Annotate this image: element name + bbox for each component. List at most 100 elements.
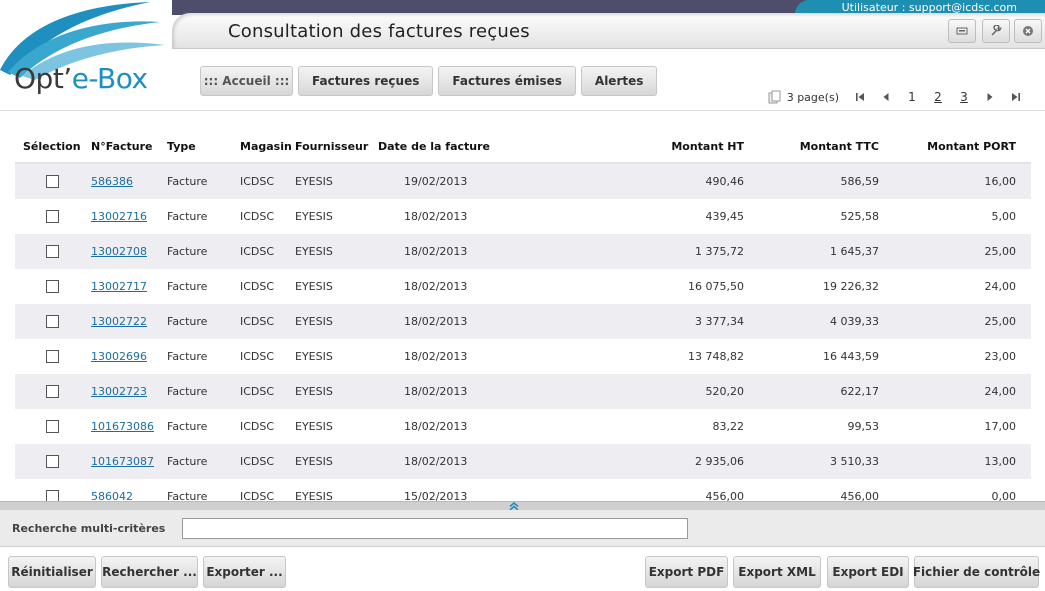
row-select-checkbox[interactable] [46, 420, 59, 433]
invoice-store: ICDSC [240, 210, 275, 223]
table-row: 101673087 Facture ICDSC EYESIS 18/02/2013 2 9… [15, 444, 1031, 479]
close-button[interactable] [1014, 19, 1042, 43]
export-button[interactable]: Exporter ... [203, 556, 286, 588]
row-select-checkbox[interactable] [46, 350, 59, 363]
footer-toolbar: Réinitialiser Rechercher ... Exporter ..… [0, 548, 1045, 591]
page-1: 1 [908, 90, 916, 104]
search-bar: Recherche multi-critères [0, 510, 1045, 547]
export-pdf-button[interactable]: Export PDF [645, 556, 728, 588]
invoice-number-link[interactable]: 13002708 [91, 234, 147, 269]
amount-ttc: 525,58 [840, 210, 880, 223]
first-page-button[interactable] [847, 89, 873, 105]
keyboard-icon [956, 27, 968, 35]
control-file-button[interactable]: Fichier de contrôle [913, 556, 1040, 588]
amount-ttc: 3 510,33 [830, 455, 879, 468]
invoice-store: ICDSC [240, 280, 275, 293]
row-select-checkbox[interactable] [46, 280, 59, 293]
amount-ht: 456,00 [705, 490, 745, 501]
amount-ttc: 456,00 [840, 490, 880, 501]
col-store[interactable]: Magasin [240, 130, 292, 164]
row-select-checkbox[interactable] [46, 455, 59, 468]
page-2-link[interactable]: 2 [925, 90, 951, 104]
row-select-checkbox[interactable] [46, 210, 59, 223]
col-selection[interactable]: Sélection [23, 130, 81, 164]
last-page-button[interactable] [1003, 89, 1029, 105]
invoice-store: ICDSC [240, 315, 275, 328]
col-amount-ttc[interactable]: Montant TTC [800, 130, 879, 164]
amount-port: 24,00 [984, 280, 1017, 293]
amount-ht: 83,22 [712, 420, 745, 433]
invoice-supplier: EYESIS [295, 350, 333, 363]
page-3-link[interactable]: 3 [951, 90, 977, 104]
invoice-supplier: EYESIS [295, 210, 333, 223]
invoice-number-link[interactable]: 13002717 [91, 269, 147, 304]
first-page-icon [856, 93, 864, 101]
export-edi-button[interactable]: Export EDI [827, 556, 909, 588]
row-select-checkbox[interactable] [46, 490, 59, 501]
amount-ttc: 4 039,33 [830, 315, 879, 328]
invoice-store: ICDSC [240, 175, 275, 188]
invoice-number-link[interactable]: 13002696 [91, 339, 147, 374]
col-type[interactable]: Type [167, 130, 196, 164]
row-select-checkbox[interactable] [46, 385, 59, 398]
reset-button[interactable]: Réinitialiser [8, 556, 96, 588]
nav-received-invoices-button[interactable]: Factures reçues [298, 66, 434, 96]
next-page-icon [987, 93, 993, 101]
invoice-supplier: EYESIS [295, 490, 333, 501]
table-row: 13002708 Facture ICDSC EYESIS 18/02/2013 1 37… [15, 234, 1031, 269]
logo: Opt’e-Box [0, 0, 172, 105]
export-xml-button[interactable]: Export XML [733, 556, 821, 588]
prev-page-button[interactable] [873, 89, 899, 105]
pages-icon [768, 90, 781, 104]
col-date[interactable]: Date de la facture [378, 130, 490, 164]
nav-home-button[interactable]: ::: Accueil ::: [200, 66, 293, 96]
invoice-number-link[interactable]: 586386 [91, 164, 133, 199]
invoice-number-link[interactable]: 13002716 [91, 199, 147, 234]
row-select-checkbox[interactable] [46, 315, 59, 328]
invoice-number-link[interactable]: 13002723 [91, 374, 147, 409]
nav-alerts-button[interactable]: Alertes [580, 66, 658, 96]
invoice-date: 18/02/2013 [404, 455, 468, 468]
logo-text: Opt’e-Box [14, 62, 148, 95]
invoice-supplier: EYESIS [295, 280, 333, 293]
panel-splitter[interactable] [0, 501, 1045, 511]
col-number[interactable]: N°Facture [91, 130, 153, 164]
amount-ht: 1 375,72 [695, 245, 744, 258]
logo-accent: e-Box [71, 62, 148, 95]
amount-ttc: 99,53 [847, 420, 880, 433]
col-supplier[interactable]: Fournisseur [295, 130, 368, 164]
amount-ttc: 19 226,32 [823, 280, 879, 293]
nav-issued-invoices-button[interactable]: Factures émises [438, 66, 576, 96]
amount-ht: 13 748,82 [688, 350, 744, 363]
next-page-button[interactable] [977, 89, 1003, 105]
invoice-number-link[interactable]: 101673087 [91, 444, 154, 479]
col-amount-port[interactable]: Montant PORT [927, 130, 1016, 164]
invoice-number-link[interactable]: 101673086 [91, 409, 154, 444]
settings-button[interactable] [982, 19, 1010, 43]
logo-main: Opt’ [14, 62, 72, 95]
amount-port: 23,00 [984, 350, 1017, 363]
col-amount-ht[interactable]: Montant HT [671, 130, 744, 164]
amount-ht: 2 935,06 [695, 455, 744, 468]
invoice-number-link[interactable]: 586042 [91, 479, 133, 501]
invoice-date: 18/02/2013 [404, 385, 468, 398]
invoice-number-link[interactable]: 13002722 [91, 304, 147, 339]
search-input[interactable] [182, 518, 688, 539]
row-select-checkbox[interactable] [46, 245, 59, 258]
invoice-date: 15/02/2013 [404, 490, 468, 501]
invoice-type: Facture [167, 280, 208, 293]
row-select-checkbox[interactable] [46, 175, 59, 188]
invoice-store: ICDSC [240, 385, 275, 398]
search-button[interactable]: Rechercher ... [101, 556, 198, 588]
amount-ht: 439,45 [705, 210, 745, 223]
table-row: 101673086 Facture ICDSC EYESIS 18/02/2013 83,… [15, 409, 1031, 444]
amount-ht: 3 377,34 [695, 315, 744, 328]
table-body: 586386 Facture ICDSC EYESIS 19/02/2013 490,46… [15, 164, 1031, 501]
keyboard-button[interactable] [948, 19, 976, 43]
amount-ttc: 622,17 [840, 385, 880, 398]
table-row: 13002723 Facture ICDSC EYESIS 18/02/2013 520,… [15, 374, 1031, 409]
invoice-supplier: EYESIS [295, 385, 333, 398]
amount-port: 5,00 [991, 210, 1017, 223]
invoice-supplier: EYESIS [295, 420, 333, 433]
search-label: Recherche multi-critères [12, 522, 166, 535]
